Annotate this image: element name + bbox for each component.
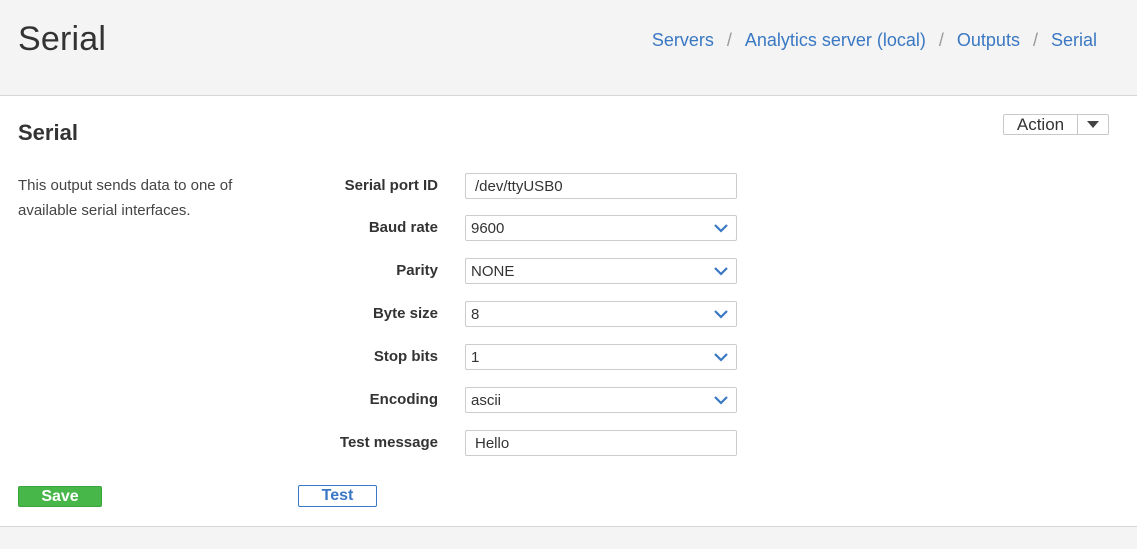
- test-message-input[interactable]: [465, 430, 737, 456]
- breadcrumb: Servers / Analytics server (local) / Out…: [652, 30, 1097, 51]
- chevron-down-icon: [706, 266, 736, 276]
- chevron-down-icon: [706, 395, 736, 405]
- chevron-down-icon: [706, 309, 736, 319]
- page-title: Serial: [18, 20, 107, 58]
- action-label: Action: [1004, 115, 1078, 134]
- baud-rate-label: Baud rate: [368, 219, 438, 236]
- breadcrumb-servers[interactable]: Servers: [652, 30, 714, 51]
- chevron-down-icon: [706, 352, 736, 362]
- serial-port-id-row: Serial port ID: [300, 173, 740, 199]
- stop-bits-label: Stop bits: [373, 348, 438, 365]
- encoding-select[interactable]: ascii: [465, 387, 737, 413]
- breadcrumb-separator: /: [1032, 30, 1038, 50]
- section-title: Serial: [18, 120, 78, 145]
- encoding-row: Encoding ascii: [300, 387, 740, 413]
- baud-rate-row: Baud rate 9600: [300, 215, 740, 241]
- test-button[interactable]: Test: [298, 485, 377, 507]
- output-panel: Serial Action This output sends data to …: [0, 96, 1137, 527]
- stop-bits-value: 1: [471, 348, 480, 366]
- parity-value: NONE: [471, 262, 515, 280]
- page-header: Serial Servers / Analytics server (local…: [0, 0, 1137, 96]
- parity-row: Parity NONE: [300, 258, 740, 284]
- breadcrumb-separator: /: [938, 30, 944, 50]
- test-message-label: Test message: [339, 434, 438, 451]
- stop-bits-row: Stop bits 1: [300, 344, 740, 370]
- stop-bits-select[interactable]: 1: [465, 344, 737, 370]
- action-dropdown-button[interactable]: Action: [1003, 114, 1109, 135]
- serial-port-id-input[interactable]: [465, 173, 737, 199]
- breadcrumb-separator: /: [726, 30, 732, 50]
- save-button[interactable]: Save: [18, 486, 102, 507]
- byte-size-row: Byte size 8: [300, 301, 740, 327]
- caret-down-icon: [1078, 120, 1108, 129]
- breadcrumb-outputs[interactable]: Outputs: [957, 30, 1020, 51]
- parity-select[interactable]: NONE: [465, 258, 737, 284]
- byte-size-value: 8: [471, 305, 480, 323]
- chevron-down-icon: [706, 223, 736, 233]
- serial-port-id-label: Serial port ID: [344, 177, 438, 194]
- encoding-label: Encoding: [369, 391, 438, 408]
- breadcrumb-analytics-server[interactable]: Analytics server (local): [745, 30, 926, 51]
- baud-rate-select[interactable]: 9600: [465, 215, 737, 241]
- breadcrumb-serial[interactable]: Serial: [1051, 30, 1097, 51]
- encoding-value: ascii: [471, 391, 502, 409]
- baud-rate-value: 9600: [471, 219, 505, 237]
- test-message-row: Test message: [300, 430, 740, 456]
- byte-size-label: Byte size: [372, 305, 438, 322]
- parity-label: Parity: [396, 262, 438, 279]
- output-description: This output sends data to one of availab…: [18, 177, 233, 219]
- byte-size-select[interactable]: 8: [465, 301, 737, 327]
